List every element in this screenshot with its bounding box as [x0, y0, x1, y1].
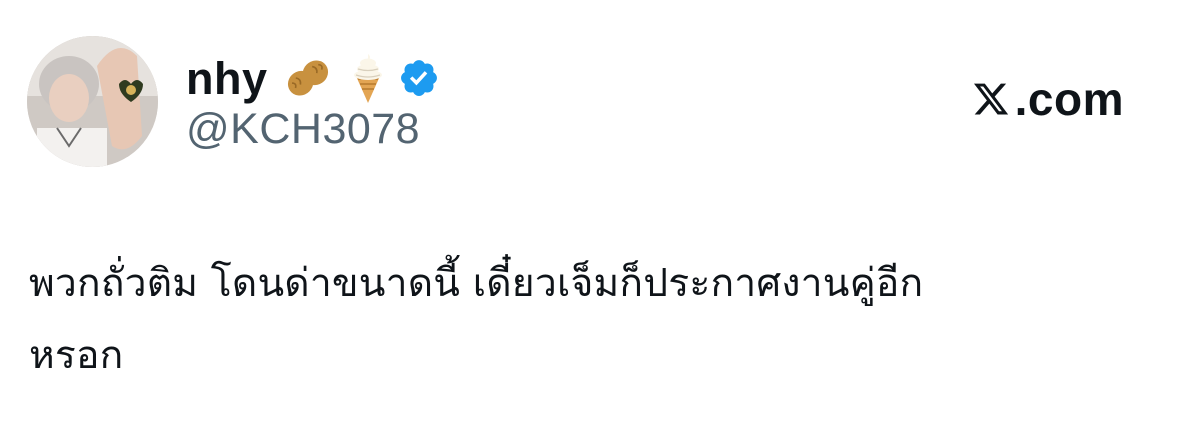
author-name-row: nhy: [186, 50, 440, 106]
tweet-text-line-1: พวกถั่วติม โดนด่าขนาดนี้ เดี๋ยวเจ็มก็ประ…: [29, 261, 924, 306]
tweet-text: พวกถั่วติม โดนด่าขนาดนี้ เดี๋ยวเจ็มก็ประ…: [29, 248, 1139, 392]
avatar-photo: [27, 36, 158, 167]
avatar[interactable]: [27, 36, 158, 167]
display-name[interactable]: nhy: [186, 56, 268, 101]
source-attribution[interactable]: .com: [971, 74, 1124, 124]
verified-badge-icon[interactable]: [398, 57, 440, 99]
source-domain: .com: [1014, 73, 1124, 125]
peanut-icon: [282, 53, 334, 103]
x-logo-icon: [973, 83, 1008, 115]
author-handle[interactable]: @KCH3078: [186, 105, 420, 153]
tweet-text-line-2: หรอก: [29, 333, 124, 378]
tweet-card: nhy @KCH3078 .com พวกถั่วติม โดนด่าขนาดน…: [0, 0, 1178, 441]
soft-ice-cream-icon: [348, 52, 388, 104]
